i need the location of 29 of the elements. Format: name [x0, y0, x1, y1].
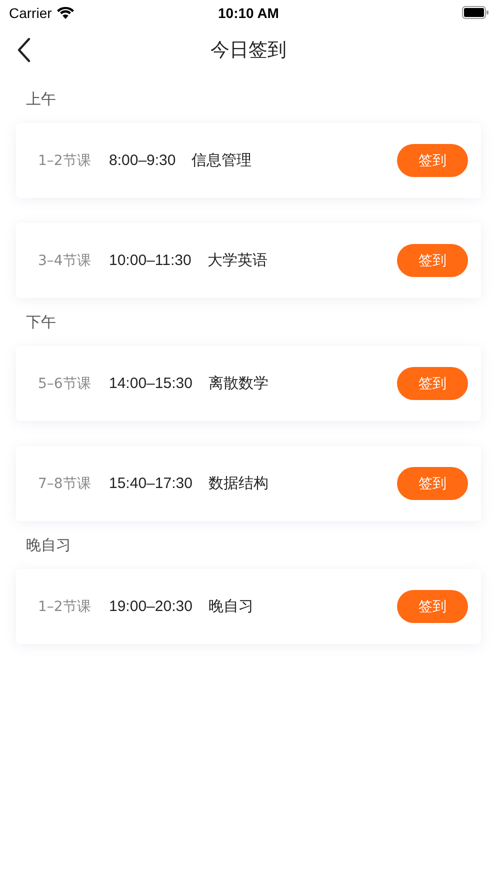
check-in-button[interactable]: 签到 [397, 467, 468, 500]
time-range: 15:40–17:30 [109, 475, 192, 492]
period-label: 5–6节课 [38, 374, 92, 392]
check-in-button[interactable]: 签到 [397, 590, 468, 623]
subject-name: 离散数学 [208, 374, 270, 393]
subject-name: 信息管理 [192, 151, 253, 170]
battery-icon [462, 6, 489, 19]
wifi-icon [56, 6, 74, 18]
section-title: 下午 [26, 312, 56, 332]
time-range: 14:00–15:30 [109, 375, 192, 392]
time-range: 19:00–20:30 [109, 598, 192, 615]
page-title: 今日签到 [210, 38, 286, 63]
period-label: 3–4节课 [38, 252, 92, 270]
time-range: 8:00–9:30 [109, 152, 176, 169]
back-icon[interactable] [17, 37, 31, 63]
clock-time: 10:10 AM [218, 4, 279, 20]
check-in-button[interactable]: 签到 [397, 367, 468, 400]
section-title: 晚自习 [26, 536, 71, 554]
time-range: 10:00–11:30 [109, 252, 192, 269]
section-title: 上午 [26, 90, 56, 108]
check-in-button[interactable]: 签到 [397, 244, 468, 277]
subject-name: 晚自习 [208, 597, 254, 616]
period-label: 1–2节课 [38, 598, 92, 616]
carrier-label: Carrier [9, 4, 52, 20]
period-label: 7–8节课 [38, 474, 92, 492]
period-label: 1–2节课 [38, 152, 92, 170]
subject-name: 数据结构 [208, 474, 270, 493]
check-in-button[interactable]: 签到 [397, 144, 468, 177]
subject-name: 大学英语 [207, 251, 268, 270]
